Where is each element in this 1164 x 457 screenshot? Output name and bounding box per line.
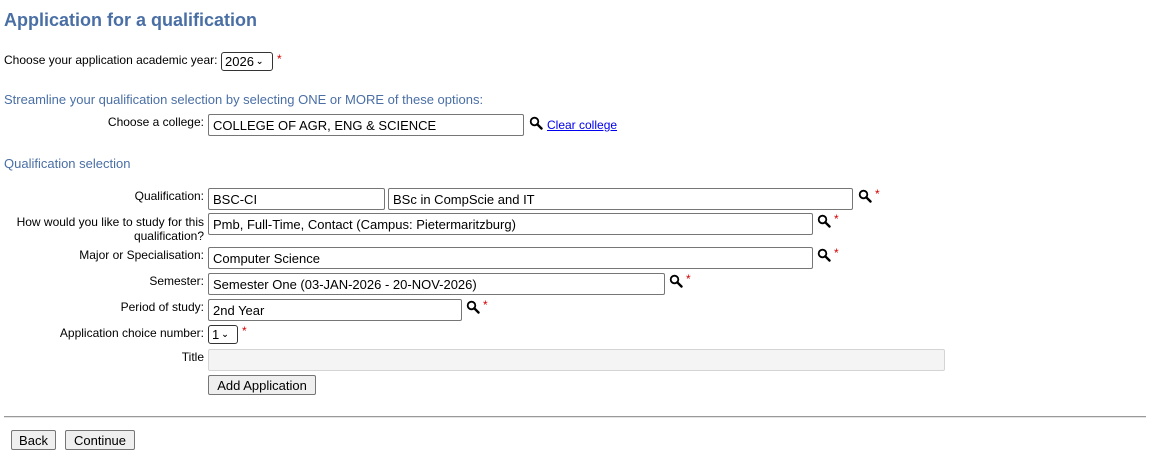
search-icon[interactable] bbox=[529, 116, 543, 130]
required-marker: * bbox=[277, 52, 282, 66]
clear-college-link[interactable]: Clear college bbox=[547, 118, 617, 132]
choice-select[interactable]: 1 ⌄ bbox=[208, 325, 238, 344]
streamline-heading: Streamline your qualification selection … bbox=[4, 92, 484, 107]
qualification-label: Qualification: bbox=[134, 189, 204, 203]
college-field[interactable] bbox=[208, 114, 524, 136]
search-icon[interactable] bbox=[466, 300, 480, 314]
study-mode-field[interactable] bbox=[208, 213, 813, 235]
divider bbox=[4, 416, 1146, 418]
qualification-name-field[interactable] bbox=[388, 188, 853, 210]
page-title: Application for a qualification bbox=[4, 10, 258, 30]
back-button[interactable]: Back bbox=[11, 430, 56, 450]
required-marker: * bbox=[686, 272, 691, 286]
chevron-down-icon: ⌄ bbox=[221, 329, 229, 339]
search-icon[interactable] bbox=[817, 248, 831, 262]
search-icon[interactable] bbox=[817, 214, 831, 228]
study-mode-label-line2: qualification? bbox=[133, 229, 204, 243]
title-field bbox=[208, 349, 945, 371]
required-marker: * bbox=[242, 324, 247, 338]
semester-field[interactable] bbox=[208, 273, 665, 295]
required-marker: * bbox=[875, 187, 880, 201]
choice-value: 1 bbox=[212, 327, 220, 342]
required-marker: * bbox=[834, 246, 839, 260]
academic-year-select[interactable]: 2026 ⌄ bbox=[221, 52, 273, 71]
choice-label: Application choice number: bbox=[59, 326, 204, 340]
chevron-down-icon: ⌄ bbox=[255, 56, 264, 66]
title-label: Title bbox=[181, 350, 204, 364]
search-icon[interactable] bbox=[858, 189, 872, 203]
search-icon[interactable] bbox=[669, 274, 683, 288]
period-label: Period of study: bbox=[120, 300, 204, 314]
required-marker: * bbox=[834, 212, 839, 226]
major-label: Major or Specialisation: bbox=[79, 248, 204, 262]
study-mode-label: How would you like to study for this qua… bbox=[17, 215, 204, 243]
add-application-button[interactable]: Add Application bbox=[208, 375, 316, 395]
study-mode-label-line1: How would you like to study for this bbox=[16, 215, 204, 229]
required-marker: * bbox=[483, 298, 488, 312]
period-field[interactable] bbox=[208, 299, 462, 321]
academic-year-label: Choose your application academic year: bbox=[4, 53, 218, 67]
continue-button[interactable]: Continue bbox=[65, 430, 135, 450]
qualification-code-field[interactable] bbox=[208, 188, 385, 210]
semester-label: Semester: bbox=[149, 274, 204, 288]
college-label: Choose a college: bbox=[107, 115, 204, 129]
academic-year-value: 2026 bbox=[225, 54, 254, 69]
qualification-selection-heading: Qualification selection bbox=[4, 156, 131, 171]
major-field[interactable] bbox=[208, 247, 813, 269]
